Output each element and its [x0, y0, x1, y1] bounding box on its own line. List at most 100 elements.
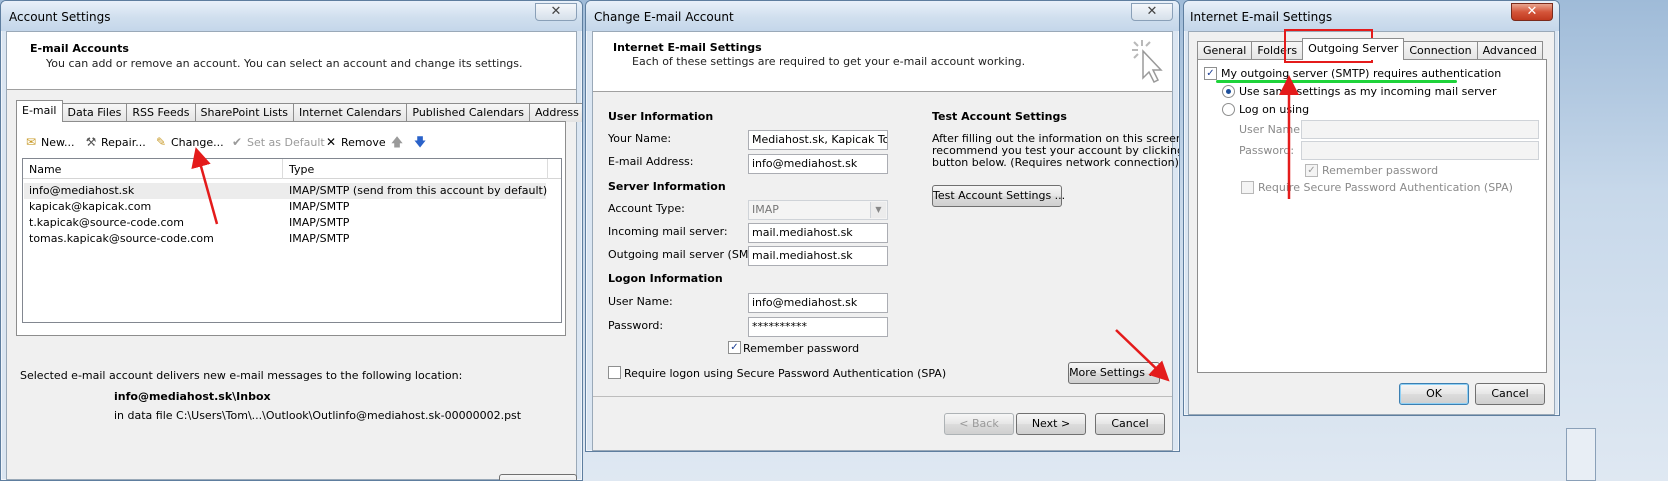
incoming-server-input[interactable]: mail.mediahost.sk — [748, 223, 888, 243]
log-on-using-radio[interactable] — [1222, 103, 1235, 116]
change-button[interactable]: ✎ Change... — [154, 135, 224, 149]
header-title: Internet E-mail Settings — [613, 41, 762, 54]
move-up-arrow-icon[interactable]: 🡅 — [390, 135, 404, 149]
close-button[interactable]: ✕ — [535, 3, 577, 21]
change-account-client: Internet E-mail Settings Each of these s… — [592, 31, 1179, 451]
require-spa-checkbox — [1241, 181, 1254, 194]
column-name[interactable]: Name — [29, 163, 61, 176]
back-button[interactable]: < Back — [944, 413, 1014, 435]
use-same-settings-radio[interactable] — [1222, 85, 1235, 98]
tab-data-files[interactable]: Data Files — [61, 103, 128, 122]
email-tab-panel: ✉ New... ⚒ Repair... ✎ Change... ✔ Set a… — [16, 121, 566, 336]
your-name-label: Your Name: — [608, 132, 672, 145]
repair-button-label: Repair... — [101, 135, 146, 149]
account-type-select: IMAP ▼ — [748, 200, 888, 220]
header-subtitle: Each of these settings are required to g… — [632, 55, 1026, 68]
cursor-sparkle-icon — [1132, 40, 1163, 84]
user-info-heading: User Information — [608, 110, 714, 123]
table-row[interactable]: info@mediahost.sk IMAP/SMTP (send from t… — [24, 183, 548, 199]
test-description-line-3: button below. (Requires network connecti… — [932, 156, 1179, 169]
settings-tabs: General Folders Outgoing Server Connecti… — [1197, 38, 1543, 60]
set-default-button[interactable]: ✔ Set as Default — [230, 135, 325, 149]
account-tabs: E-mail Data Files RSS Feeds SharePoint L… — [16, 100, 582, 122]
tab-published-calendars[interactable]: Published Calendars — [406, 103, 531, 122]
username-input[interactable]: info@mediahost.sk — [748, 293, 888, 313]
move-down-arrow-icon[interactable]: 🡇 — [413, 135, 427, 149]
account-type: IMAP/SMTP — [289, 232, 350, 245]
password-label: Password: — [608, 319, 664, 332]
window-title: Internet E-mail Settings — [1190, 10, 1333, 24]
internet-settings-client: General Folders Outgoing Server Connecti… — [1188, 31, 1555, 415]
tab-email[interactable]: E-mail — [16, 100, 63, 122]
remove-x-icon: ✕ — [325, 135, 337, 149]
footer-divider — [593, 396, 1172, 397]
test-account-settings-button[interactable]: Test Account Settings ... — [932, 185, 1065, 207]
header-title: E-mail Accounts — [30, 42, 129, 55]
username-label: User Name: — [608, 295, 673, 308]
chevron-down-icon: ▼ — [870, 202, 886, 218]
window-title: Change E-mail Account — [594, 10, 734, 24]
outgoing-server-input[interactable]: mail.mediahost.sk — [748, 246, 888, 266]
account-type-value: IMAP — [752, 203, 779, 216]
remove-button[interactable]: ✕ Remove — [324, 135, 386, 149]
outgoing-server-panel: ✓ My outgoing server (SMTP) requires aut… — [1197, 59, 1547, 373]
account-type: IMAP/SMTP — [289, 216, 350, 229]
new-button[interactable]: ✉ New... — [24, 135, 75, 149]
tab-sharepoint-lists[interactable]: SharePoint Lists — [194, 103, 295, 122]
header-band: Internet E-mail Settings Each of these s… — [593, 32, 1172, 92]
table-row[interactable]: kapicak@kapicak.com IMAP/SMTP — [24, 199, 546, 215]
account-name: kapicak@kapicak.com — [29, 200, 152, 213]
remember-password-label: Remember password — [743, 342, 860, 355]
window-title: Account Settings — [9, 10, 111, 24]
account-settings-window: Account Settings ✕ E-mail Accounts You c… — [0, 0, 583, 481]
tab-outgoing-server[interactable]: Outgoing Server — [1302, 38, 1405, 60]
password-input — [1301, 141, 1539, 160]
change-account-window: Change E-mail Account ✕ Internet E-mail … — [585, 0, 1180, 452]
smtp-auth-label: My outgoing server (SMTP) requires authe… — [1221, 67, 1502, 80]
cancel-button[interactable]: Cancel — [1095, 413, 1165, 435]
close-dialog-button[interactable] — [499, 474, 577, 480]
tab-address-books[interactable]: Address Books — [529, 103, 582, 122]
account-type: IMAP/SMTP — [289, 200, 350, 213]
list-header: Name Type — [23, 159, 561, 179]
close-button[interactable]: ✕ — [1511, 3, 1553, 21]
delivery-label: Selected e-mail account delivers new e-m… — [20, 369, 463, 382]
use-same-settings-label: Use same settings as my incoming mail se… — [1239, 85, 1497, 98]
more-settings-button[interactable]: More Settings ... — [1068, 362, 1160, 384]
new-mail-icon: ✉ — [25, 135, 37, 149]
account-settings-client: E-mail Accounts You can add or remove an… — [6, 31, 582, 480]
column-divider — [547, 159, 548, 179]
account-settings-titlebar[interactable]: Account Settings ✕ — [1, 1, 582, 31]
accounts-list[interactable]: Name Type info@mediahost.sk IMAP/SMTP (s… — [22, 158, 562, 323]
repair-button[interactable]: ⚒ Repair... — [84, 135, 146, 149]
tab-rss-feeds[interactable]: RSS Feeds — [126, 103, 196, 122]
table-row[interactable]: t.kapicak@source-code.com IMAP/SMTP — [24, 215, 546, 231]
smtp-auth-checkbox[interactable]: ✓ — [1204, 67, 1217, 80]
column-divider — [282, 159, 283, 179]
outgoing-server-label: Outgoing mail server (SMTP): — [608, 248, 770, 261]
remember-password-label: Remember password — [1322, 164, 1439, 177]
email-input[interactable]: info@mediahost.sk — [748, 154, 888, 174]
username-input — [1301, 120, 1539, 139]
tab-general[interactable]: General — [1197, 41, 1253, 60]
next-button[interactable]: Next > — [1016, 413, 1086, 435]
change-account-titlebar[interactable]: Change E-mail Account ✕ — [586, 1, 1179, 31]
change-button-label: Change... — [171, 135, 224, 149]
close-button[interactable]: ✕ — [1131, 3, 1173, 21]
column-type[interactable]: Type — [289, 163, 314, 176]
tab-connection[interactable]: Connection — [1403, 41, 1478, 60]
tab-internet-calendars[interactable]: Internet Calendars — [293, 103, 408, 122]
internet-settings-titlebar[interactable]: Internet E-mail Settings ✕ — [1184, 1, 1559, 31]
ok-button[interactable]: OK — [1399, 383, 1469, 405]
cancel-button[interactable]: Cancel — [1475, 383, 1545, 405]
table-row[interactable]: tomas.kapicak@source-code.com IMAP/SMTP — [24, 231, 546, 247]
password-input[interactable]: ********** — [748, 317, 888, 337]
tab-advanced[interactable]: Advanced — [1476, 41, 1543, 60]
smtp-auth-underline — [1216, 80, 1457, 83]
remember-password-checkbox[interactable]: ✓ — [728, 341, 741, 354]
remember-password-checkbox: ✓ — [1305, 164, 1318, 177]
header-band: E-mail Accounts You can add or remove an… — [7, 32, 576, 90]
your-name-input[interactable]: Mediahost.sk, Kapicak Tomas — [748, 130, 888, 150]
account-type: IMAP/SMTP (send from this account by def… — [289, 184, 548, 197]
require-spa-checkbox[interactable] — [608, 366, 621, 379]
